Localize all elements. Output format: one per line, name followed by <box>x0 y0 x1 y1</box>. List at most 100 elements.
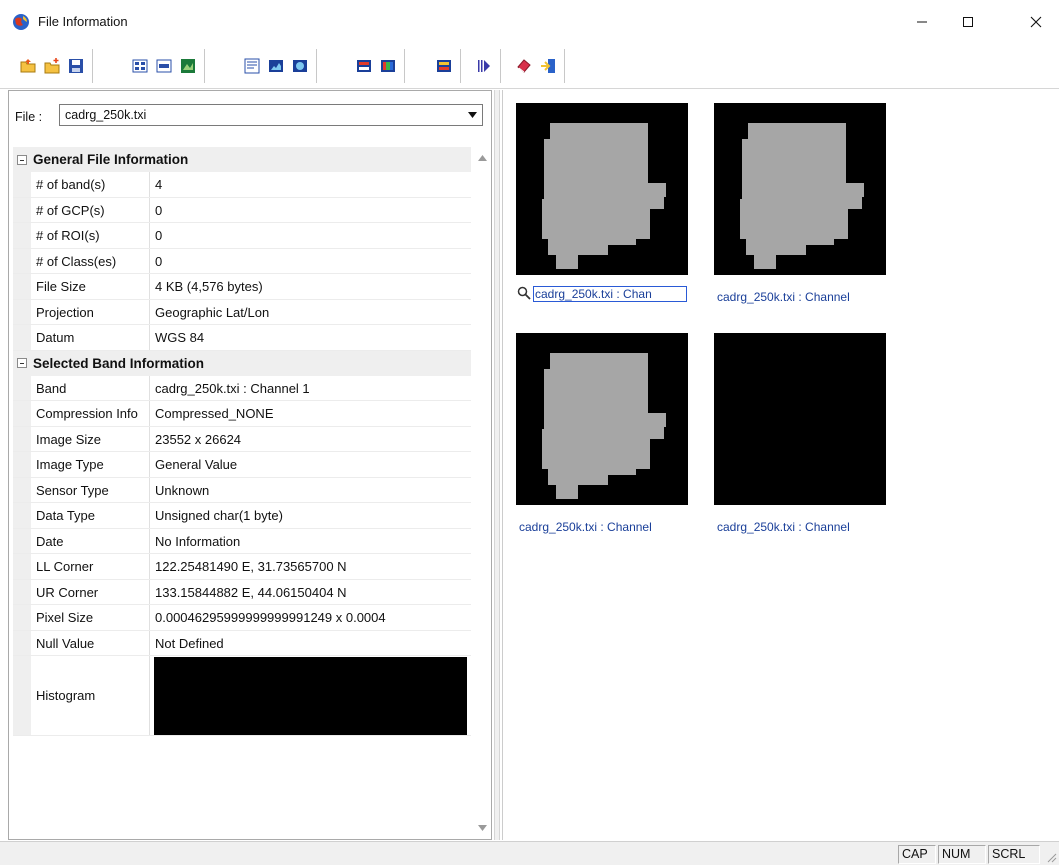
property-row[interactable]: Data Type Unsigned char(1 byte) <box>13 503 471 529</box>
row-gutter <box>13 452 31 477</box>
row-gutter <box>13 426 31 451</box>
exit-button[interactable] <box>537 55 559 77</box>
property-grid-scrollbar[interactable] <box>473 147 491 839</box>
image-layer-button[interactable] <box>289 55 311 77</box>
statistics-button[interactable] <box>241 55 263 77</box>
row-gutter <box>13 656 31 735</box>
section-title: General File Information <box>33 152 189 167</box>
magnifier-icon <box>517 286 531 300</box>
file-combobox[interactable]: cadrg_250k.txi <box>59 104 483 126</box>
toolbar-group-display <box>348 49 405 83</box>
thumbnail-caption[interactable]: cadrg_250k.txi : Chan <box>533 286 687 302</box>
property-value: Not Defined <box>155 635 224 651</box>
chevron-down-icon <box>477 825 487 831</box>
property-row[interactable]: Null Value Not Defined <box>13 630 471 656</box>
property-row[interactable]: # of band(s) 4 <box>13 172 471 198</box>
statistics-icon <box>244 58 260 74</box>
maximize-icon <box>963 16 973 27</box>
property-value: Unsigned char(1 byte) <box>155 508 283 523</box>
band-view-button[interactable] <box>153 55 175 77</box>
property-row[interactable]: # of ROI(s) 0 <box>13 223 471 249</box>
minimize-button[interactable] <box>899 0 945 43</box>
property-name: Date <box>31 528 150 553</box>
property-name: # of Class(es) <box>31 248 150 273</box>
property-row[interactable]: # of Class(es) 0 <box>13 248 471 274</box>
property-value: cadrg_250k.txi : Channel 1 <box>155 380 310 396</box>
row-gutter <box>13 503 31 528</box>
property-value: General Value <box>155 457 238 472</box>
property-row[interactable]: Image Size 23552 x 26624 <box>13 426 471 452</box>
property-value: Compressed_NONE <box>155 406 274 421</box>
property-row[interactable]: # of GCP(s) 0 <box>13 197 471 223</box>
collapse-icon[interactable] <box>17 358 27 368</box>
toolbar-group-help <box>508 49 565 83</box>
palette-button[interactable] <box>433 55 455 77</box>
row-gutter <box>13 325 31 350</box>
row-gutter <box>13 274 31 299</box>
thumbnail-caption[interactable]: cadrg_250k.txi : Channel <box>717 290 850 304</box>
display-button[interactable] <box>353 55 375 77</box>
row-gutter <box>13 197 31 222</box>
scroll-up-button[interactable] <box>473 149 491 167</box>
property-row[interactable]: File Size 4 KB (4,576 bytes) <box>13 274 471 300</box>
property-name: # of band(s) <box>31 172 150 197</box>
panel-splitter[interactable] <box>494 90 500 840</box>
property-value: 4 KB (4,576 bytes) <box>155 279 263 294</box>
file-selector-row: File : cadrg_250k.txi <box>9 91 491 143</box>
row-gutter <box>13 401 31 426</box>
grid-view-button[interactable] <box>129 55 151 77</box>
new-folder-button[interactable] <box>41 55 63 77</box>
toolbar <box>0 43 1059 89</box>
file-combobox-dropdown[interactable] <box>464 106 481 124</box>
property-value: 23552 x 26624 <box>155 431 242 447</box>
property-name: Pixel Size <box>31 605 150 630</box>
section-selected-band-info[interactable]: Selected Band Information <box>13 350 471 376</box>
property-value: 0 <box>155 228 163 243</box>
play-button[interactable] <box>473 55 495 77</box>
scroll-down-button[interactable] <box>473 819 491 837</box>
property-row[interactable]: LL Corner 122.25481490 E, 31.73565700 N <box>13 554 471 580</box>
property-value: 0 <box>155 253 163 269</box>
property-row[interactable]: Sensor Type Unknown <box>13 477 471 503</box>
property-row[interactable]: Projection Geographic Lat/Lon <box>13 299 471 325</box>
property-row[interactable]: Compression Info Compressed_NONE <box>13 401 471 427</box>
property-name: Image Size <box>31 426 150 451</box>
histogram-preview <box>154 657 467 735</box>
chevron-down-icon <box>468 112 477 118</box>
property-row[interactable]: Image Type General Value <box>13 452 471 478</box>
collapse-icon[interactable] <box>17 154 27 165</box>
histogram-row: Histogram <box>13 656 471 736</box>
open-folder-icon <box>20 59 36 73</box>
new-folder-icon <box>44 58 60 74</box>
maximize-button[interactable] <box>945 0 991 43</box>
property-value: WGS 84 <box>155 330 205 345</box>
resize-grip-icon[interactable] <box>1045 851 1057 863</box>
band-thumbnail[interactable] <box>714 333 886 505</box>
row-gutter <box>13 579 31 604</box>
image-view-button[interactable] <box>177 55 199 77</box>
band-thumbnail[interactable] <box>516 103 688 275</box>
thumbnail-caption[interactable]: cadrg_250k.txi : Channel <box>717 520 850 534</box>
color-bands-button[interactable] <box>377 55 399 77</box>
property-name: # of GCP(s) <box>31 197 150 222</box>
open-folder-button[interactable] <box>17 55 39 77</box>
property-row[interactable]: Pixel Size 0.00046295999999999991249 x 0.… <box>13 605 471 631</box>
thumbnail-caption[interactable]: cadrg_250k.txi : Channel <box>519 520 652 534</box>
band-thumbnail[interactable] <box>516 333 688 505</box>
property-row[interactable]: Datum WGS 84 <box>13 325 471 351</box>
histogram-button[interactable] <box>265 55 287 77</box>
grid-view-icon <box>132 59 148 73</box>
close-button[interactable] <box>1013 0 1059 43</box>
property-name: Null Value <box>31 630 150 655</box>
close-icon <box>1030 16 1042 27</box>
property-value: 0 <box>155 202 163 218</box>
save-icon <box>69 59 83 73</box>
property-name: # of ROI(s) <box>31 223 150 248</box>
property-row[interactable]: Date No Information <box>13 528 471 554</box>
property-row[interactable]: UR Corner 133.15844882 E, 44.06150404 N <box>13 579 471 605</box>
property-row[interactable]: Band cadrg_250k.txi : Channel 1 <box>13 375 471 401</box>
section-general-file-info[interactable]: General File Information <box>13 147 471 172</box>
save-button[interactable] <box>65 55 87 77</box>
help-book-button[interactable] <box>513 55 535 77</box>
band-thumbnail[interactable] <box>714 103 886 275</box>
